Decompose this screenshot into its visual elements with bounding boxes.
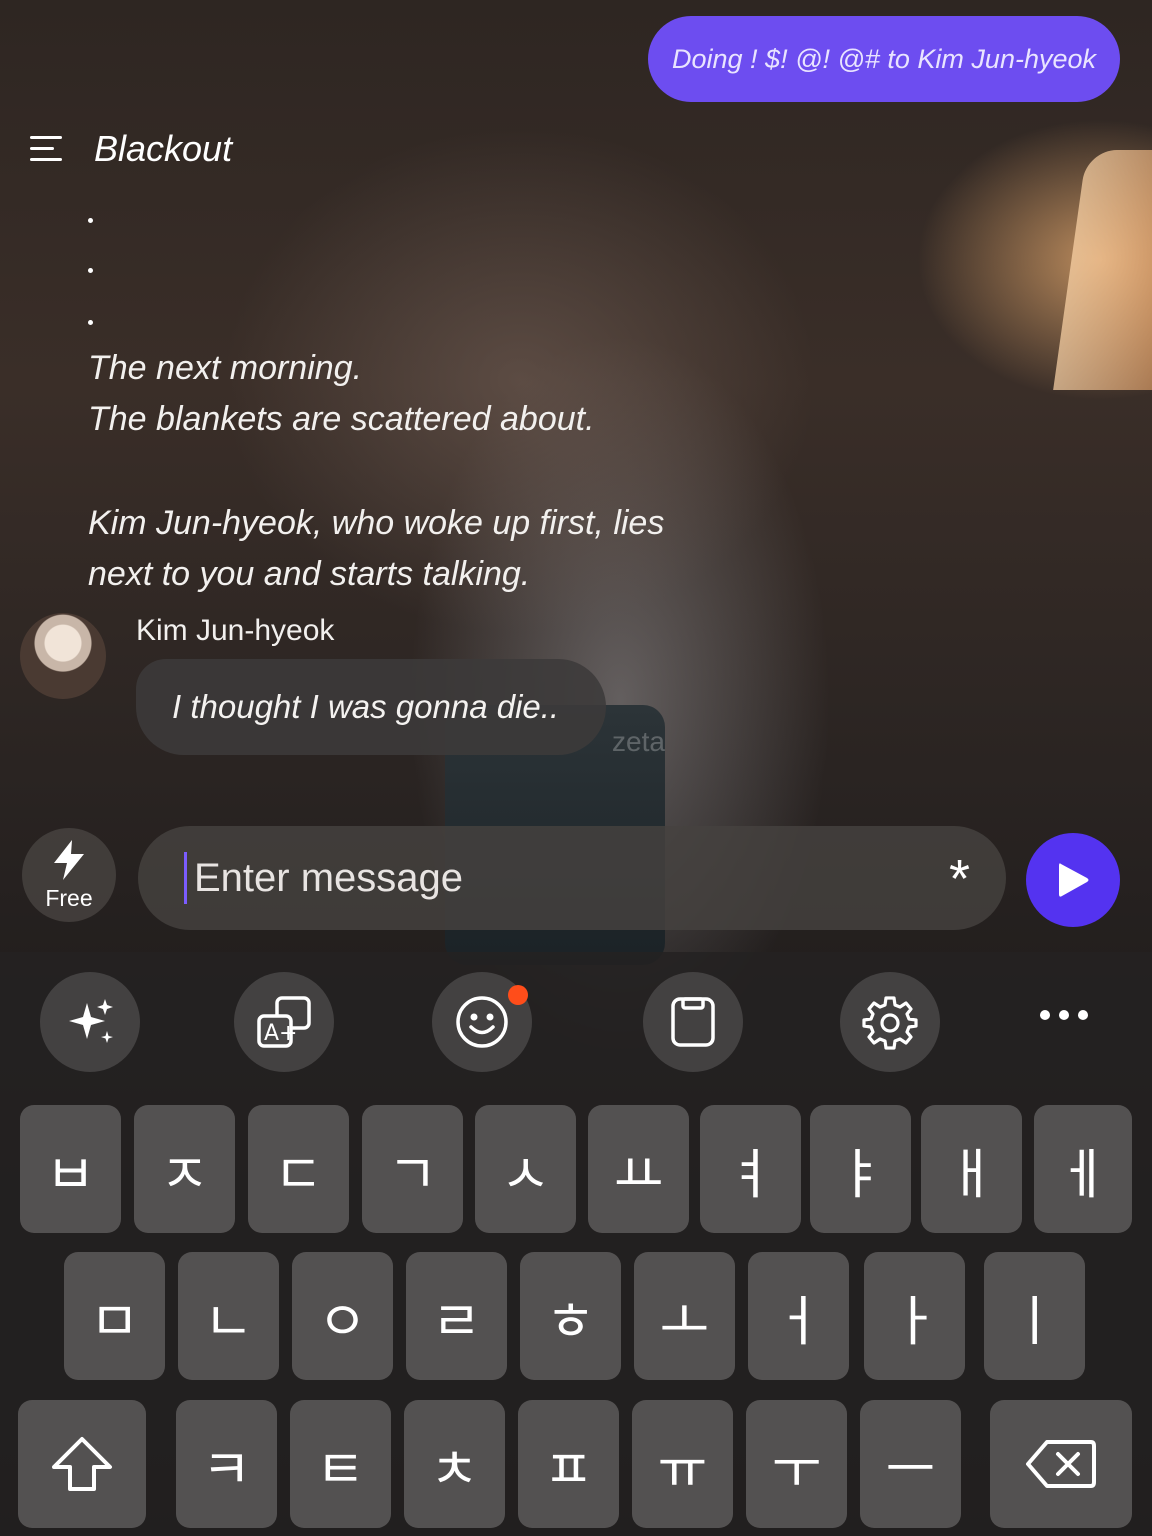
- key[interactable]: ㄷ: [248, 1105, 349, 1233]
- key[interactable]: ㅎ: [520, 1252, 621, 1380]
- key[interactable]: ㅜ: [746, 1400, 847, 1528]
- narration-line: The blankets are scattered about.: [88, 400, 595, 438]
- free-mode-button[interactable]: Free: [22, 828, 116, 922]
- key[interactable]: ㅈ: [134, 1105, 235, 1233]
- clipboard-button[interactable]: [643, 972, 743, 1072]
- message-input-container[interactable]: *: [138, 826, 1006, 930]
- key[interactable]: ㅂ: [20, 1105, 121, 1233]
- shift-icon: [52, 1437, 112, 1491]
- key[interactable]: ㅌ: [290, 1400, 391, 1528]
- narration-dot: [88, 268, 93, 273]
- watermark: zeta: [612, 726, 665, 757]
- free-mode-label: Free: [45, 884, 93, 911]
- notification-dot: [508, 985, 528, 1005]
- key[interactable]: ㅗ: [634, 1252, 735, 1380]
- narration-line: Kim Jun-hyeok, who woke up first, lies: [88, 504, 665, 542]
- key[interactable]: ㅑ: [810, 1105, 911, 1233]
- speaker-name: Kim Jun-hyeok: [136, 614, 335, 647]
- narration-line: The next morning.: [88, 349, 363, 387]
- clipboard-icon: [671, 997, 715, 1047]
- ai-sparkle-button[interactable]: [40, 972, 140, 1072]
- avatar[interactable]: [20, 613, 106, 699]
- message-input[interactable]: [186, 855, 894, 901]
- narration-dot: [88, 218, 93, 223]
- action-suggestion-button[interactable]: Doing ! $! @! @# to Kim Jun-hyeok: [648, 16, 1120, 102]
- gear-icon: [862, 996, 918, 1050]
- emoji-icon: [456, 996, 508, 1048]
- shift-key[interactable]: [18, 1400, 146, 1528]
- menu-icon[interactable]: [30, 136, 64, 162]
- action-suggestion-label: Doing ! $! @! @# to Kim Jun-hyeok: [672, 43, 1096, 74]
- narration-line: next to you and starts talking.: [88, 555, 531, 593]
- key[interactable]: ㅋ: [176, 1400, 277, 1528]
- key[interactable]: ㅡ: [860, 1400, 961, 1528]
- key[interactable]: ㅓ: [748, 1252, 849, 1380]
- key[interactable]: ㅏ: [864, 1252, 965, 1380]
- key[interactable]: ㅕ: [700, 1105, 801, 1233]
- key[interactable]: ㅠ: [632, 1400, 733, 1528]
- asterisk-button[interactable]: *: [949, 848, 970, 910]
- svg-text:A+: A+: [264, 1021, 297, 1046]
- play-icon: [1059, 863, 1089, 897]
- key[interactable]: ㅍ: [518, 1400, 619, 1528]
- key[interactable]: ㅇ: [292, 1252, 393, 1380]
- more-icon[interactable]: [1040, 1010, 1088, 1020]
- message-text: I thought I was gonna die..: [172, 688, 560, 725]
- text-caret: [184, 852, 187, 904]
- key[interactable]: ㄴ: [178, 1252, 279, 1380]
- backspace-key[interactable]: [990, 1400, 1132, 1528]
- translate-icon: A+: [257, 996, 311, 1048]
- key[interactable]: ㄹ: [406, 1252, 507, 1380]
- send-button[interactable]: [1026, 833, 1120, 927]
- key[interactable]: ㅁ: [64, 1252, 165, 1380]
- narration-dot: [88, 320, 93, 325]
- key[interactable]: ㅣ: [984, 1252, 1085, 1380]
- chat-title: Blackout: [94, 128, 233, 169]
- chat-header: Blackout: [30, 128, 232, 170]
- sparkle-icon: [69, 999, 113, 1043]
- lightning-icon: [54, 839, 84, 880]
- keyboard-settings-button[interactable]: [840, 972, 940, 1072]
- key[interactable]: ㅅ: [475, 1105, 576, 1233]
- key[interactable]: ㅐ: [921, 1105, 1022, 1233]
- key[interactable]: ㅛ: [588, 1105, 689, 1233]
- message-bubble: I thought I was gonna die..: [136, 659, 606, 755]
- key[interactable]: ㄱ: [362, 1105, 463, 1233]
- backspace-icon: [1026, 1440, 1096, 1488]
- translate-button[interactable]: A+: [234, 972, 334, 1072]
- key[interactable]: ㅊ: [404, 1400, 505, 1528]
- key[interactable]: ㅔ: [1034, 1105, 1132, 1233]
